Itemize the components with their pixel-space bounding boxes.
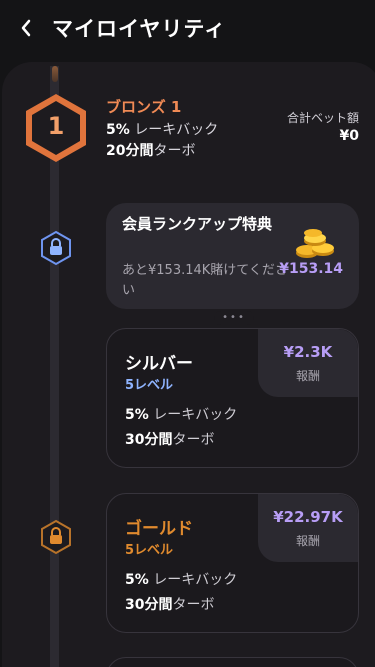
tier-level: 5レベル — [125, 543, 174, 558]
back-button[interactable] — [16, 16, 36, 40]
tier-name: シルバー — [125, 354, 193, 374]
progress-fill — [52, 66, 58, 82]
total-bet-label: 合計ベット額 — [286, 111, 359, 125]
tier-turbo: 30分間ターボ — [125, 597, 215, 613]
current-turbo: 20分間ターボ — [106, 143, 196, 159]
reward-box — [258, 494, 358, 562]
tier-reward-label: 報酬 — [295, 369, 320, 383]
connector-dots: ••• — [214, 311, 254, 325]
tier-name: ゴールド — [125, 519, 193, 539]
coins-icon — [296, 229, 334, 258]
tier-turbo: 30分間ターボ — [125, 432, 215, 448]
reward-box — [258, 329, 358, 397]
tier-reward-label: 報酬 — [295, 534, 320, 548]
tier-card-silver[interactable]: ¥2.3K 報酬 シルバー 5レベル 5% レーキバック 30分間ターボ — [106, 328, 359, 468]
rank-up-reward-card[interactable]: 会員ランクアップ特典 あと¥153.14K賭けてください ¥153.14 — [106, 203, 359, 309]
tier-reward-value: ¥22.97K — [273, 508, 343, 526]
page-title: マイロイヤリティ — [52, 17, 227, 41]
chevron-left-icon — [21, 19, 31, 37]
lock-icon — [39, 230, 73, 266]
tier-card-gold[interactable]: ¥22.97K 報酬 ゴールド 5レベル 5% レーキバック 30分間ターボ — [106, 493, 359, 633]
rank-up-remaining: あと¥153.14K賭けてください — [122, 263, 288, 298]
rank-badge: 1 — [24, 92, 88, 164]
rank-number: 1 — [47, 112, 65, 140]
total-bet-value: ¥0 — [339, 128, 359, 144]
rank-up-amount: ¥153.14 — [279, 261, 343, 277]
current-cashback: 5% レーキバック — [106, 122, 219, 138]
lock-icon — [39, 519, 73, 555]
top-bar: マイロイヤリティ — [0, 0, 375, 56]
rank-up-title: 会員ランクアップ特典 — [122, 215, 273, 233]
current-rank-name: ブロンズ 1 — [106, 98, 182, 116]
tier-reward-value: ¥2.3K — [283, 343, 333, 361]
tier-card-next[interactable] — [106, 657, 359, 667]
tier-cashback: 5% レーキバック — [125, 407, 238, 423]
tier-level: 5レベル — [125, 378, 174, 393]
tier-cashback: 5% レーキバック — [125, 572, 238, 588]
